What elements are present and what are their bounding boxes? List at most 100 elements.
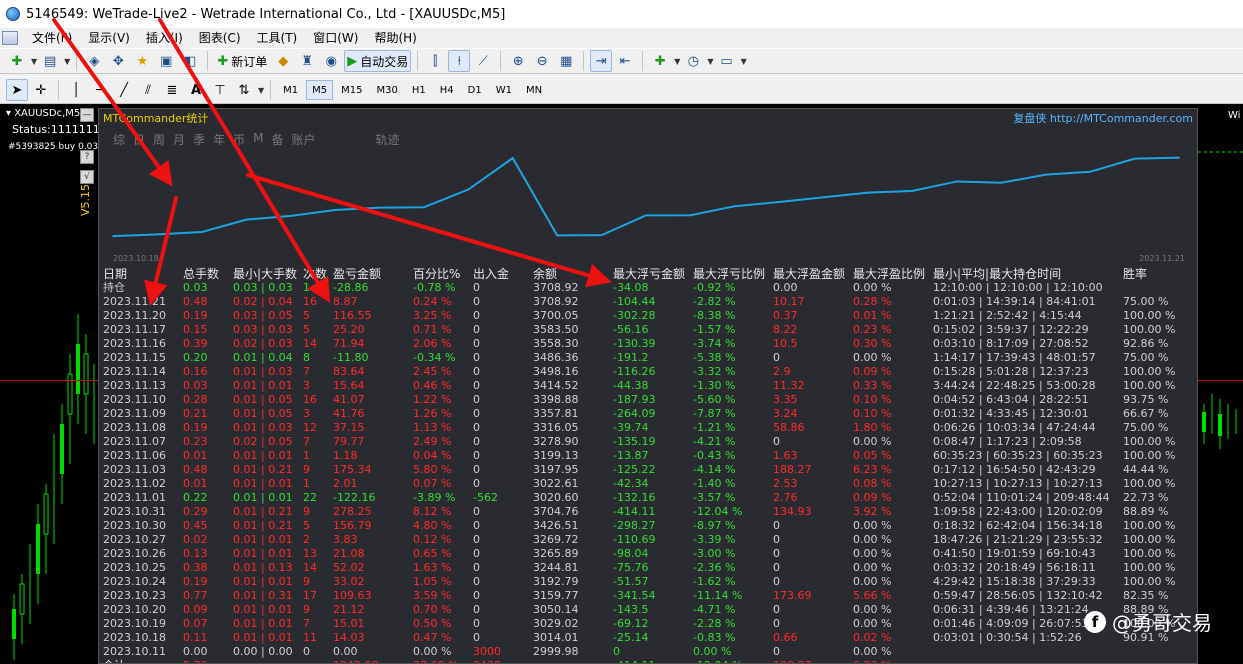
table-row[interactable]: 2023.11.15 0.20 0.01 | 0.04 8 -11.80 -0.34 % 0… bbox=[103, 351, 1195, 365]
tab-note[interactable]: 备 bbox=[271, 131, 283, 148]
tab-year[interactable]: 年 bbox=[213, 131, 225, 148]
table-row[interactable]: 2023.10.24 0.19 0.01 | 0.01 9 33.02 1.05 % 0 31… bbox=[103, 575, 1195, 589]
tab-magic[interactable]: M bbox=[253, 131, 263, 148]
tab-summary[interactable]: 综 bbox=[113, 131, 125, 148]
table-row[interactable]: 2023.11.03 0.48 0.01 | 0.21 9 175.34 5.80 % 0 3… bbox=[103, 463, 1195, 477]
candlestick-icon[interactable]: ⍿ bbox=[448, 50, 471, 72]
table-row[interactable]: 2023.11.21 0.48 0.02 | 0.04 16 8.87 0.24 % 0 37… bbox=[103, 295, 1195, 309]
period-m1[interactable]: M1 bbox=[277, 80, 304, 100]
table-row[interactable]: 2023.11.01 0.22 0.01 | 0.01 22 -122.16 -3.89 … bbox=[103, 491, 1195, 505]
table-row[interactable]: 2023.10.19 0.07 0.01 | 0.01 7 15.01 0.50 % 0 30… bbox=[103, 617, 1195, 631]
table-row[interactable]: 2023.10.23 0.77 0.01 | 0.31 17 109.63 3.59 % 0… bbox=[103, 589, 1195, 603]
line-chart-icon[interactable]: ⟋ bbox=[472, 50, 494, 72]
table-row[interactable]: 2023.11.02 0.01 0.01 | 0.01 1 2.01 0.07 % 0 302… bbox=[103, 477, 1195, 491]
table-row[interactable]: 2023.11.06 0.01 0.01 | 0.01 1 1.18 0.04 % 0 319… bbox=[103, 449, 1195, 463]
table-row[interactable]: 2023.11.16 0.39 0.02 | 0.03 14 71.94 2.06 % 0 3… bbox=[103, 337, 1195, 351]
minimize-panel-button[interactable]: — bbox=[80, 108, 94, 122]
panel-link[interactable]: 复盘侠 http://MTCommander.com bbox=[1013, 110, 1193, 126]
profiles-icon[interactable]: ▤ bbox=[39, 50, 61, 72]
table-row[interactable]: 2023.11.10 0.28 0.01 | 0.05 16 41.07 1.22 % 0 3… bbox=[103, 393, 1195, 407]
tab-day[interactable]: 日 bbox=[133, 131, 145, 148]
tab-account[interactable]: 账户 bbox=[291, 131, 315, 148]
chevron-down-icon[interactable]: ▼ bbox=[258, 86, 264, 95]
table-row[interactable]: 2023.11.07 0.23 0.02 | 0.05 7 79.77 2.49 % 0 32… bbox=[103, 435, 1195, 449]
text-icon[interactable]: A bbox=[185, 79, 207, 101]
period-m30[interactable]: M30 bbox=[371, 80, 404, 100]
new-chart-icon[interactable]: ✚ bbox=[6, 50, 28, 72]
shapes-icon[interactable]: ⇅ bbox=[233, 79, 255, 101]
menu-tools[interactable]: 工具(T) bbox=[249, 28, 306, 48]
navigator-icon[interactable]: ✥ bbox=[107, 50, 129, 72]
label-icon[interactable]: ⊤ bbox=[209, 79, 231, 101]
zoom-in-icon[interactable]: ⊕ bbox=[507, 50, 529, 72]
horizontal-line-icon[interactable]: ─ bbox=[89, 79, 111, 101]
chevron-down-icon[interactable]: ▼ bbox=[741, 57, 747, 66]
cursor-icon[interactable]: ➤ bbox=[6, 79, 28, 101]
metaeditor-icon[interactable]: ◆ bbox=[272, 50, 294, 72]
menu-help[interactable]: 帮助(H) bbox=[366, 28, 424, 48]
menu-file[interactable]: 文件(F) bbox=[24, 28, 80, 48]
terminal-icon[interactable]: ▣ bbox=[155, 50, 177, 72]
tab-trace[interactable]: 轨迹 bbox=[376, 131, 400, 148]
tab-month[interactable]: 月 bbox=[173, 131, 185, 148]
vertical-line-icon[interactable]: │ bbox=[65, 79, 87, 101]
periods-clock-icon[interactable]: ◷ bbox=[682, 50, 704, 72]
market-watch-icon[interactable]: ◈ bbox=[83, 50, 105, 72]
crosshair-icon[interactable]: ✛ bbox=[30, 79, 52, 101]
chart-window-icon[interactable] bbox=[2, 31, 18, 45]
tab-quarter[interactable]: 季 bbox=[193, 131, 205, 148]
period-d1[interactable]: D1 bbox=[462, 80, 488, 100]
menu-insert[interactable]: 插入(I) bbox=[138, 28, 191, 48]
table-row[interactable]: 2023.11.13 0.03 0.01 | 0.01 3 15.64 0.46 % 0 34… bbox=[103, 379, 1195, 393]
signals-icon[interactable]: ♜ bbox=[296, 50, 318, 72]
chevron-down-icon[interactable]: ▼ bbox=[707, 57, 713, 66]
favorites-icon[interactable]: ★ bbox=[131, 50, 153, 72]
radio-icon[interactable]: ◉ bbox=[320, 50, 342, 72]
table-row[interactable]: 2023.11.08 0.19 0.01 | 0.03 12 37.15 1.13 % 0 3… bbox=[103, 421, 1195, 435]
channel-icon[interactable]: ⫽ bbox=[137, 79, 159, 101]
table-row[interactable]: 2023.11.09 0.21 0.01 | 0.05 3 41.76 1.26 % 0 33… bbox=[103, 407, 1195, 421]
tester-icon[interactable]: ◧ bbox=[179, 50, 201, 72]
menu-view[interactable]: 显示(V) bbox=[80, 28, 138, 48]
fibonacci-icon[interactable]: ≣ bbox=[161, 79, 183, 101]
table-row[interactable]: 2023.10.27 0.02 0.01 | 0.01 2 3.83 0.12 % 0 326… bbox=[103, 533, 1195, 547]
period-h1[interactable]: H1 bbox=[406, 80, 432, 100]
tab-currency[interactable]: 币 bbox=[233, 131, 245, 148]
indicators-icon[interactable]: ✚ bbox=[649, 50, 671, 72]
table-row[interactable]: 2023.10.30 0.45 0.01 | 0.21 5 156.79 4.80 % 0 3… bbox=[103, 519, 1195, 533]
menu-charts[interactable]: 图表(C) bbox=[191, 28, 249, 48]
table-row[interactable]: 2023.10.18 0.11 0.01 | 0.01 11 14.03 0.47 % 0 3… bbox=[103, 631, 1195, 645]
new-order-button[interactable]: ✚ 新订单 bbox=[214, 50, 270, 72]
trendline-icon[interactable]: ╱ bbox=[113, 79, 135, 101]
auto-scroll-icon[interactable]: ⇥ bbox=[590, 50, 613, 72]
table-row[interactable]: 2023.10.26 0.13 0.01 | 0.01 13 21.08 0.65 % 0 3… bbox=[103, 547, 1195, 561]
bar-chart-icon[interactable]: ⫿ bbox=[424, 50, 446, 72]
menu-window[interactable]: 窗口(W) bbox=[305, 28, 366, 48]
table-row[interactable]: 持仓 0.03 0.03 | 0.03 1 -28.86 -0.78 % 0 3708.92 -… bbox=[103, 281, 1195, 295]
period-m5[interactable]: M5 bbox=[306, 80, 334, 100]
tab-week[interactable]: 周 bbox=[153, 131, 165, 148]
help-button[interactable]: ? bbox=[80, 150, 94, 164]
table-row[interactable]: 2023.10.25 0.38 0.01 | 0.13 14 52.02 1.63 % 0 3… bbox=[103, 561, 1195, 575]
table-row[interactable]: 2023.10.20 0.09 0.01 | 0.01 9 21.12 0.70 % 0 30… bbox=[103, 603, 1195, 617]
templates-icon[interactable]: ▭ bbox=[716, 50, 738, 72]
table-row[interactable]: 2023.10.31 0.29 0.01 | 0.21 9 278.25 8.12 % 0 3… bbox=[103, 505, 1195, 519]
chart-shift-icon[interactable]: ⇤ bbox=[614, 50, 636, 72]
table-row[interactable]: 2023.11.14 0.16 0.01 | 0.03 7 83.64 2.45 % 0 34… bbox=[103, 365, 1195, 379]
chevron-down-icon[interactable]: ▼ bbox=[674, 57, 680, 66]
auto-trading-button[interactable]: ▶ 自动交易 bbox=[344, 50, 412, 72]
table-row[interactable]: 2023.11.17 0.15 0.03 | 0.03 5 25.20 0.71 % 0 35… bbox=[103, 323, 1195, 337]
period-w1[interactable]: W1 bbox=[490, 80, 518, 100]
table-row[interactable]: 2023.10.11 0.00 0.00 | 0.00 0 0.00 0.00 % 3000… bbox=[103, 645, 1195, 659]
zoom-out-icon[interactable]: ⊖ bbox=[531, 50, 553, 72]
table-row[interactable]: 合计 5.76 1242.08 37.69 % 2438 -414.11 -12.04 % 1… bbox=[103, 659, 1195, 663]
period-m15[interactable]: M15 bbox=[335, 80, 368, 100]
table-row[interactable]: 2023.11.20 0.19 0.03 | 0.05 5 116.55 3.25 % 0 3… bbox=[103, 309, 1195, 323]
period-mn[interactable]: MN bbox=[520, 80, 548, 100]
tile-windows-icon[interactable]: ▦ bbox=[555, 50, 577, 72]
confirm-button[interactable]: √ bbox=[80, 170, 94, 184]
chevron-down-icon[interactable]: ▼ bbox=[31, 57, 37, 66]
chevron-down-icon[interactable]: ▼ bbox=[64, 57, 70, 66]
price-chart-window[interactable]: ▾ XAUUSDc,M5 — Status:1111111 #5393825 b… bbox=[0, 104, 1243, 664]
period-h4[interactable]: H4 bbox=[434, 80, 460, 100]
